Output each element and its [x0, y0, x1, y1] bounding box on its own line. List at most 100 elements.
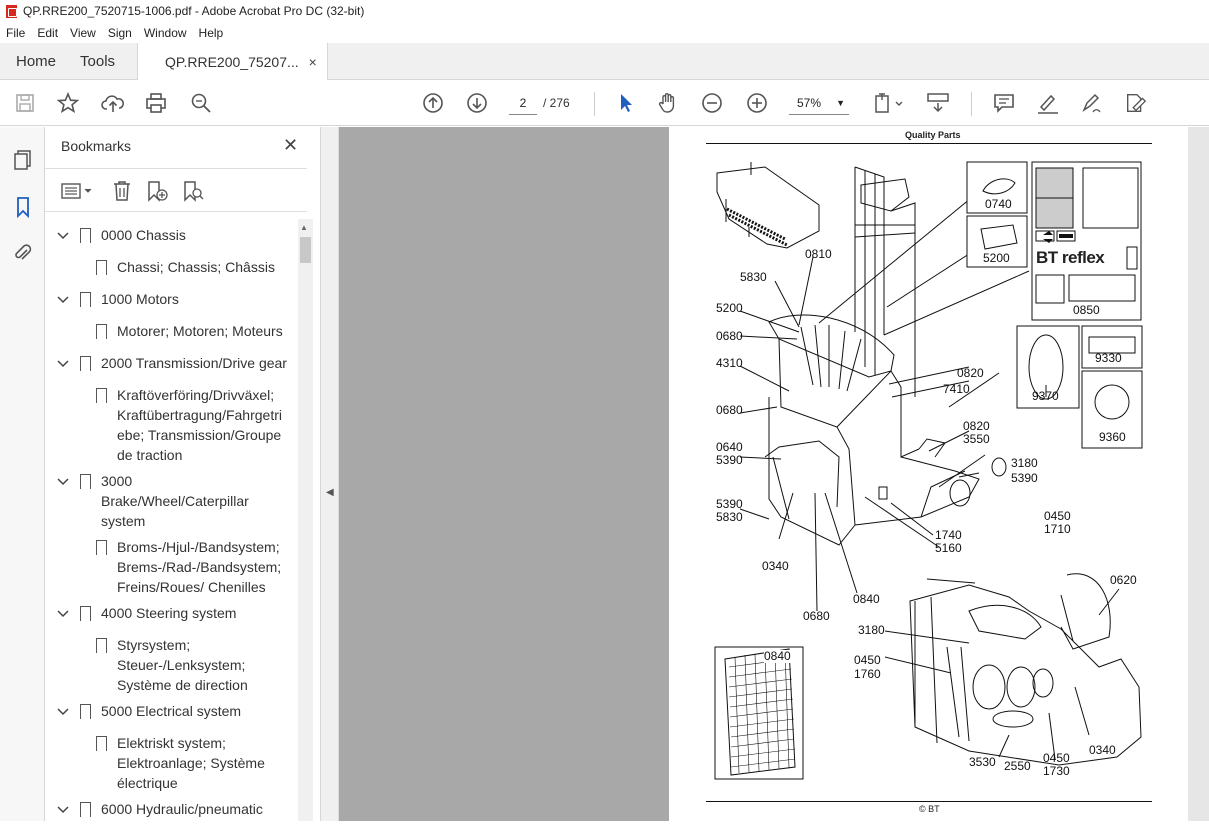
- bookmark-item[interactable]: 6000 Hydraulic/pneumatic: [45, 799, 297, 822]
- bookmark-item[interactable]: Elektriskt system; Elektroanlage; Systèm…: [45, 733, 297, 793]
- page-up-icon[interactable]: [421, 91, 445, 115]
- bookmark-item[interactable]: Kraftöverföring/Drivväxel; Kraftübertrag…: [45, 385, 297, 465]
- chevron-down-icon[interactable]: [57, 230, 69, 242]
- zoom-out-icon[interactable]: [700, 91, 724, 115]
- menu-sign[interactable]: Sign: [108, 26, 132, 40]
- bookmark-label: 3000: [101, 473, 133, 489]
- find-bookmark-icon[interactable]: [182, 180, 204, 207]
- chevron-down-icon[interactable]: [57, 358, 69, 370]
- bookmark-label: Brake/Wheel/Caterpillar: [101, 493, 249, 509]
- bookmark-item[interactable]: 0000 Chassis: [45, 225, 297, 248]
- chevron-down-icon[interactable]: [57, 804, 69, 816]
- bookmark-item[interactable]: 2000 Transmission/Drive gear: [45, 353, 297, 376]
- collapse-arrow-icon[interactable]: ◀: [326, 487, 334, 498]
- bookmark-label: Brems-/Rad-/Bandsystem;: [117, 559, 282, 575]
- bookmark-label: Motorer; Motoren; Moteurs: [117, 323, 283, 339]
- bookmark-flag-icon: [80, 228, 91, 248]
- page-thumbnails-icon[interactable]: [11, 148, 35, 172]
- tab-document[interactable]: QP.RRE200_75207... ×: [137, 43, 328, 81]
- close-panel-icon[interactable]: ✕: [283, 135, 298, 156]
- page-fit-icon[interactable]: [872, 91, 906, 115]
- part-label: 5200: [983, 251, 1010, 265]
- part-label: 0840: [853, 592, 880, 606]
- star-icon[interactable]: [56, 91, 80, 115]
- select-arrow-icon[interactable]: [614, 91, 638, 115]
- attachments-icon[interactable]: [11, 241, 35, 265]
- bookmark-label: 2000 Transmission/Drive gear: [101, 355, 287, 371]
- tab-document-label: QP.RRE200_75207...: [165, 54, 299, 70]
- bookmark-item[interactable]: 3000 Brake/Wheel/Caterpillar system: [45, 471, 297, 531]
- page-down-icon[interactable]: [465, 91, 489, 115]
- menu-view[interactable]: View: [70, 26, 96, 40]
- menu-file[interactable]: File: [6, 26, 25, 40]
- part-label: 0450: [854, 653, 881, 667]
- bookmark-label: Broms-/Hjul-/Bandsystem;: [117, 539, 280, 555]
- bookmarks-scrollbar[interactable]: [298, 219, 313, 821]
- part-label: 5200: [716, 301, 743, 315]
- save-icon[interactable]: [13, 91, 37, 115]
- part-label: 4310: [716, 356, 743, 370]
- chevron-down-icon[interactable]: [57, 608, 69, 620]
- bookmark-flag-icon: [80, 606, 91, 626]
- part-label: 3550: [963, 432, 990, 446]
- bookmark-item[interactable]: Styrsystem; Steuer-/Lenksystem; Système …: [45, 635, 297, 695]
- part-label: 5390: [716, 453, 743, 467]
- scroll-mode-icon[interactable]: [926, 91, 950, 115]
- page-total: / 276: [543, 96, 570, 110]
- page-number-input[interactable]: 2: [509, 91, 537, 115]
- bookmark-label: Elektroanlage; Système: [117, 755, 265, 771]
- bookmark-label: Freins/Roues/ Chenilles: [117, 579, 266, 595]
- tab-tools[interactable]: Tools: [72, 43, 137, 80]
- part-label: 9330: [1095, 351, 1122, 365]
- menu-help[interactable]: Help: [199, 26, 224, 40]
- menu-window[interactable]: Window: [144, 26, 187, 40]
- print-icon[interactable]: [144, 91, 168, 115]
- panel-collapse-bar[interactable]: ◀: [321, 127, 339, 821]
- part-label: 3530: [969, 755, 996, 769]
- draw-pen-icon[interactable]: [1080, 91, 1104, 115]
- part-label: 0740: [985, 197, 1012, 211]
- part-label: 0810: [805, 247, 832, 261]
- options-menu-icon[interactable]: [61, 181, 95, 206]
- document-scrollbar[interactable]: [1188, 127, 1209, 821]
- bookmark-item[interactable]: Chassi; Chassis; Châssis: [45, 257, 297, 280]
- parts-diagram: [714, 161, 1143, 780]
- part-label: 5830: [716, 510, 743, 524]
- bookmarks-icon[interactable]: [11, 195, 35, 219]
- bookmark-item[interactable]: Broms-/Hjul-/Bandsystem; Brems-/Rad-/Ban…: [45, 537, 297, 597]
- zoom-in-icon[interactable]: [745, 91, 769, 115]
- zoom-search-icon[interactable]: [189, 91, 213, 115]
- zoom-level-select[interactable]: 57% ▼: [789, 91, 849, 115]
- delete-bookmark-icon[interactable]: [112, 180, 132, 207]
- left-rail: [0, 127, 45, 821]
- bookmarks-scroll-thumb[interactable]: [300, 237, 311, 263]
- chevron-down-icon[interactable]: [57, 294, 69, 306]
- comment-icon[interactable]: [992, 91, 1016, 115]
- tab-home[interactable]: Home: [0, 43, 72, 80]
- part-label: 0850: [1073, 303, 1100, 317]
- fill-sign-icon[interactable]: [1124, 91, 1148, 115]
- pdf-page: Quality Parts © BT BT reflex 0810 5830 5…: [669, 127, 1188, 821]
- chevron-down-icon[interactable]: [57, 476, 69, 488]
- part-label: 2550: [1004, 759, 1031, 773]
- chevron-down-icon[interactable]: [57, 706, 69, 718]
- part-label: 0340: [762, 559, 789, 573]
- toolbar-divider: [971, 92, 972, 116]
- bookmark-item[interactable]: 4000 Steering system: [45, 603, 297, 626]
- scroll-up-icon[interactable]: ▲: [300, 223, 308, 232]
- menu-edit[interactable]: Edit: [37, 26, 58, 40]
- hand-tool-icon[interactable]: [656, 91, 680, 115]
- zoom-level-value: 57%: [797, 96, 822, 110]
- bookmark-label: 6000 Hydraulic/pneumatic: [101, 801, 263, 817]
- bookmark-item[interactable]: Motorer; Motoren; Moteurs: [45, 321, 297, 344]
- highlight-pen-icon[interactable]: [1036, 91, 1060, 115]
- bookmark-tools: [45, 168, 307, 212]
- bookmark-list: 0000 Chassis Chassi; Chassis; Châssis 10…: [45, 219, 297, 827]
- upload-cloud-icon[interactable]: [101, 91, 125, 115]
- bookmark-item[interactable]: 5000 Electrical system: [45, 701, 297, 724]
- part-label: 1760: [854, 667, 881, 681]
- bookmark-item[interactable]: 1000 Motors: [45, 289, 297, 312]
- close-tab-icon[interactable]: ×: [309, 54, 317, 70]
- panel-title: Bookmarks: [61, 138, 132, 154]
- new-bookmark-icon[interactable]: [146, 180, 168, 207]
